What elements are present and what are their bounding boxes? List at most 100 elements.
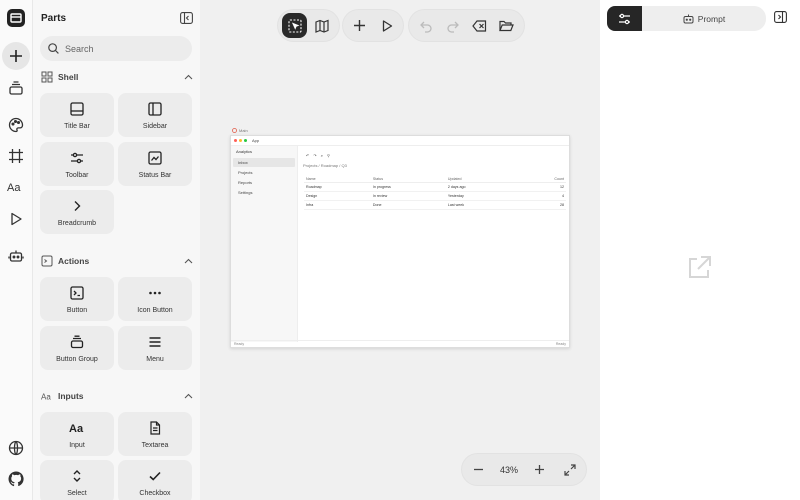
part-select[interactable]: Select xyxy=(40,460,114,500)
chevron-up-icon[interactable] xyxy=(184,393,193,399)
check-icon xyxy=(148,468,162,484)
select-tool-button[interactable] xyxy=(282,13,307,38)
right-panel xyxy=(600,0,800,500)
play-icon[interactable] xyxy=(4,207,28,231)
part-textarea[interactable]: Textarea xyxy=(118,412,192,456)
robot-icon[interactable] xyxy=(4,244,28,268)
menu-icon xyxy=(148,334,162,350)
part-breadcrumb[interactable]: Breadcrumb xyxy=(40,190,114,234)
typography-icon: Aa xyxy=(41,390,53,402)
section-label: Inputs xyxy=(58,391,84,401)
section-inputs[interactable]: Aa Inputs xyxy=(41,389,193,403)
part-label: Input xyxy=(69,442,85,449)
table-cell: Design xyxy=(304,191,371,201)
run-button[interactable] xyxy=(374,13,399,38)
part-toolbar[interactable]: Toolbar xyxy=(40,142,114,186)
select-tools xyxy=(278,10,339,41)
section-actions[interactable]: Actions xyxy=(41,254,193,268)
part-label: Toolbar xyxy=(65,172,89,179)
part-label: Breadcrumb xyxy=(57,220,97,227)
frame-name: Main xyxy=(239,128,248,133)
part-button[interactable]: Button xyxy=(40,277,114,321)
undo-button[interactable] xyxy=(413,13,438,38)
add-icon[interactable] xyxy=(2,42,30,70)
frame-label[interactable]: Main xyxy=(232,128,248,133)
preview-nav-item: Settings xyxy=(238,190,253,195)
zoom-level[interactable]: 43% xyxy=(500,465,518,475)
part-label: Button xyxy=(66,307,88,314)
table-row: Roadmap In progress 2 days ago 12 xyxy=(304,182,566,192)
table-cell: Infra xyxy=(304,200,371,210)
chevron-up-icon[interactable] xyxy=(184,74,193,80)
external-link-icon xyxy=(686,255,712,281)
part-label: Checkbox xyxy=(139,490,171,497)
document-icon xyxy=(148,420,162,436)
part-title-bar[interactable]: Title Bar xyxy=(40,93,114,137)
prompt-tab[interactable]: Prompt xyxy=(642,6,766,31)
zoom-in-button[interactable] xyxy=(532,462,548,478)
table-cell: Last week xyxy=(445,200,520,210)
section-shell[interactable]: Shell xyxy=(41,70,193,84)
table-header-row: Name Status Updated Count xyxy=(304,175,566,183)
maximize-dot-icon xyxy=(244,139,247,142)
settings-tab[interactable] xyxy=(607,6,642,31)
globe-icon[interactable] xyxy=(4,436,28,460)
part-icon-button[interactable]: Icon Button xyxy=(118,277,192,321)
svg-text:Aa: Aa xyxy=(69,423,84,435)
redo-button[interactable] xyxy=(440,13,465,38)
parts-panel: Parts Shell Title Bar Sidebar Toolbar St… xyxy=(33,0,200,500)
part-label: Menu xyxy=(146,356,164,363)
layout-icon xyxy=(41,71,53,83)
table-header: Updated xyxy=(445,175,520,183)
preview-frame[interactable]: App Analytics Inbox Projects Reports Set… xyxy=(230,135,570,348)
frame-icon xyxy=(232,128,237,133)
map-icon[interactable] xyxy=(309,13,334,38)
part-label: Button Group xyxy=(56,356,98,363)
button-group-icon xyxy=(70,334,84,350)
search-input[interactable] xyxy=(65,43,175,54)
toggle-right-panel-icon[interactable] xyxy=(774,11,790,27)
part-status-bar[interactable]: Status Bar xyxy=(118,142,192,186)
terminal-icon xyxy=(41,255,53,267)
preview-nav-item: Reports xyxy=(238,180,253,185)
frame-icon[interactable] xyxy=(4,144,28,168)
part-menu[interactable]: Menu xyxy=(118,326,192,370)
part-label: Select xyxy=(67,490,87,497)
sidebar-icon xyxy=(148,101,162,117)
app-logo-icon[interactable] xyxy=(4,6,28,30)
part-label: Icon Button xyxy=(137,307,173,314)
title-bar-icon xyxy=(70,101,84,117)
collapse-panel-icon[interactable] xyxy=(180,12,193,24)
part-label: Textarea xyxy=(141,442,169,449)
more-horizontal-icon xyxy=(148,285,162,301)
fit-screen-icon[interactable] xyxy=(562,462,578,478)
left-rail: Aa xyxy=(0,0,33,500)
preview-status-right: Ready xyxy=(555,342,566,346)
add-button[interactable] xyxy=(347,13,372,38)
preview-redo-icon: ↷ xyxy=(313,153,317,158)
folder-open-icon[interactable] xyxy=(494,13,519,38)
chevron-up-down-icon xyxy=(70,468,84,484)
part-button-group[interactable]: Button Group xyxy=(40,326,114,370)
preview-nav-item: Projects xyxy=(238,170,253,175)
chevron-up-icon[interactable] xyxy=(184,258,193,264)
part-sidebar[interactable]: Sidebar xyxy=(118,93,192,137)
search-box[interactable] xyxy=(40,36,192,61)
section-label: Shell xyxy=(58,72,79,82)
part-input[interactable]: Aa Input xyxy=(40,412,114,456)
table-cell: 4 xyxy=(519,191,566,201)
preview-status-left: Ready xyxy=(234,342,245,346)
github-icon[interactable] xyxy=(4,467,28,491)
svg-text:Aa: Aa xyxy=(41,393,51,402)
palette-icon[interactable] xyxy=(4,113,28,137)
typography-icon[interactable]: Aa xyxy=(4,175,28,199)
table-cell: In progress xyxy=(370,182,446,192)
table-cell: In review xyxy=(370,191,446,201)
clear-button[interactable] xyxy=(467,13,492,38)
zoom-out-button[interactable] xyxy=(470,462,486,478)
table-cell: Roadmap xyxy=(304,182,371,192)
part-checkbox[interactable]: Checkbox xyxy=(118,460,192,500)
layers-icon[interactable] xyxy=(4,76,28,100)
status-bar-icon xyxy=(148,150,162,166)
table-cell: 28 xyxy=(519,200,566,210)
